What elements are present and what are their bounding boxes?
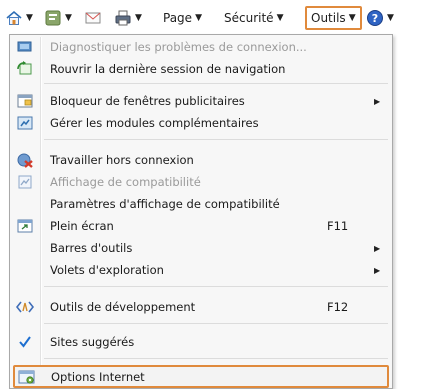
security-menu-button[interactable]: Sécurité ▼ (224, 7, 283, 29)
internet-options-icon (18, 368, 36, 386)
chevron-down-icon: ▼ (195, 13, 202, 23)
print-button[interactable]: ▼ (114, 7, 142, 29)
menu-separator (44, 286, 388, 287)
tools-menu-label: Outils (311, 11, 346, 25)
home-button[interactable]: ▼ (5, 7, 33, 29)
chevron-down-icon[interactable]: ▼ (387, 13, 394, 23)
svg-text:?: ? (372, 12, 378, 25)
page-menu-label: Page (163, 11, 193, 25)
chevron-down-icon[interactable]: ▼ (65, 13, 72, 23)
submenu-arrow-icon: ▶ (374, 265, 381, 275)
submenu-arrow-icon: ▶ (374, 243, 381, 253)
menu-item-label: Diagnostiquer les problèmes de connexion… (50, 40, 307, 54)
print-icon (115, 10, 131, 26)
menu-item-compatibility-view: Affichage de compatibilité (12, 171, 390, 193)
menu-item-label: Volets d'exploration (50, 263, 164, 277)
fullscreen-icon (16, 217, 34, 235)
menu-separator (44, 358, 388, 359)
addons-icon (16, 114, 34, 132)
developer-tools-icon (16, 298, 34, 316)
menu-item-label: Sites suggérés (50, 335, 135, 349)
work-offline-icon (16, 151, 34, 169)
menu-item-toolbars[interactable]: Barres d'outils ▶ (12, 237, 390, 259)
menu-item-internet-options[interactable]: Options Internet (13, 365, 389, 388)
menu-separator (44, 323, 388, 324)
menu-item-suggested-sites[interactable]: Sites suggérés (12, 331, 390, 353)
menu-item-label: Paramètres d'affichage de compatibilité (50, 197, 280, 211)
menu-item-label: Bloqueur de fenêtres publicitaires (50, 94, 245, 108)
menu-item-fullscreen[interactable]: Plein écran F11 (12, 215, 390, 237)
command-bar: ▼ ▼ ▼ Page ▼ Sécurité ▼ Outils ▼ ? ▼ (0, 0, 437, 36)
tools-dropdown-menu: Diagnostiquer les problèmes de connexion… (9, 34, 393, 389)
chevron-down-icon[interactable]: ▼ (135, 13, 142, 23)
menu-separator (44, 139, 388, 140)
menu-item-label: Options Internet (51, 369, 145, 384)
help-icon: ? (367, 10, 383, 26)
menu-item-reopen-session[interactable]: Rouvrir la dernière session de navigatio… (12, 58, 390, 80)
menu-item-label: Barres d'outils (50, 241, 133, 255)
menu-item-developer-tools[interactable]: Outils de développement F12 (12, 296, 390, 318)
menu-item-label: Gérer les modules complémentaires (50, 116, 259, 130)
checkmark-icon (16, 333, 34, 351)
menu-item-compatibility-settings[interactable]: Paramètres d'affichage de compatibilité (12, 193, 390, 215)
menu-item-explorer-bars[interactable]: Volets d'exploration ▶ (12, 259, 390, 281)
menu-item-manage-addons[interactable]: Gérer les modules complémentaires (12, 112, 390, 134)
help-button[interactable]: ? ▼ (366, 7, 394, 29)
menu-separator (44, 83, 388, 84)
menu-item-label: Plein écran (50, 219, 114, 233)
page-menu-button[interactable]: Page ▼ (163, 7, 202, 29)
shortcut-label: F12 (327, 300, 349, 314)
reopen-session-icon (16, 60, 34, 78)
popup-blocker-icon (16, 92, 34, 110)
read-mail-button[interactable] (84, 7, 102, 29)
compatibility-icon (16, 173, 34, 191)
chevron-down-icon[interactable]: ▼ (26, 13, 33, 23)
feeds-button[interactable]: ▼ (44, 7, 72, 29)
menu-item-label: Affichage de compatibilité (50, 175, 201, 189)
menu-item-work-offline[interactable]: Travailler hors connexion (12, 149, 390, 171)
read-mail-icon (85, 12, 101, 24)
menu-item-label: Outils de développement (50, 300, 196, 314)
feeds-icon (45, 10, 61, 26)
shortcut-label: F11 (327, 219, 349, 233)
chevron-down-icon: ▼ (276, 13, 284, 23)
home-icon (6, 10, 22, 25)
menu-item-popup-blocker[interactable]: Bloqueur de fenêtres publicitaires ▶ (12, 90, 390, 112)
menu-item-label: Travailler hors connexion (50, 153, 194, 167)
menu-item-label: Rouvrir la dernière session de navigatio… (50, 62, 286, 76)
tools-menu-button[interactable]: Outils ▼ (305, 6, 362, 30)
chevron-down-icon: ▼ (348, 13, 356, 23)
network-diagnose-icon (16, 38, 34, 56)
submenu-arrow-icon: ▶ (374, 96, 381, 106)
menu-item-diagnose-connection: Diagnostiquer les problèmes de connexion… (12, 36, 390, 58)
security-menu-label: Sécurité (224, 11, 274, 25)
